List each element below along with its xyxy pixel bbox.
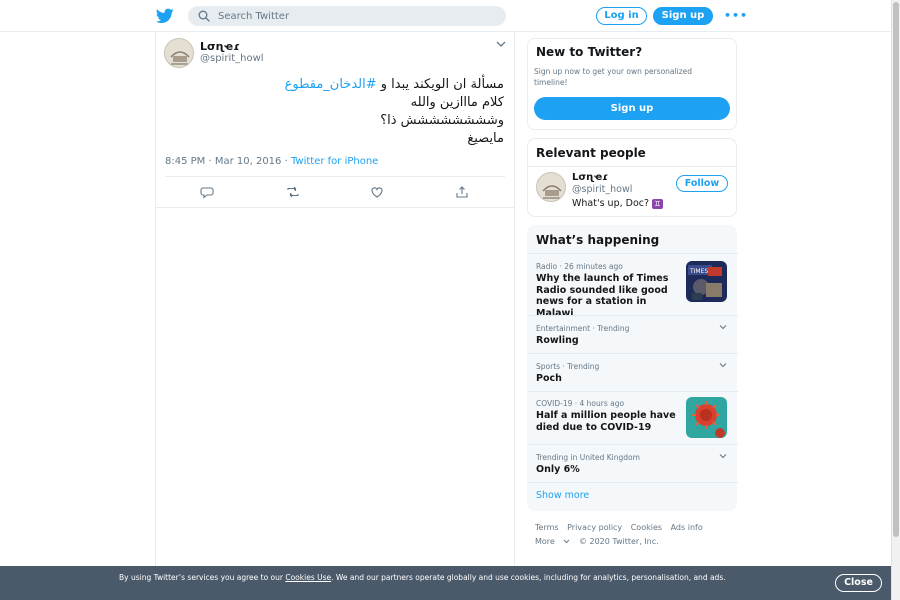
chevron-down-icon [564, 539, 570, 544]
trend-thumbnail: TIMES [686, 261, 727, 302]
chevron-down-icon[interactable] [719, 453, 727, 459]
author-name[interactable]: Lσɳҽɾ [200, 40, 240, 53]
author-handle[interactable]: @spirit_howl [200, 53, 264, 64]
hashtag-link[interactable]: #الدخان_مقطوع [285, 77, 377, 92]
new-to-twitter-card: New to Twitter? Sign up now to get your … [527, 38, 737, 130]
search-box[interactable] [188, 6, 506, 26]
footer-link-ads-info[interactable]: Ads info [671, 523, 703, 532]
trend-item[interactable]: Trending in United Kingdom Only 6% [528, 444, 738, 482]
tweet-text-prefix: مسألة ان الويكند يبدا و [380, 77, 504, 92]
tweet-line-1: مسألة ان الويكند يبدا و #الدخان_مقطوع [174, 76, 504, 94]
footer-copyright: © 2020 Twitter, Inc. [578, 537, 659, 546]
cookie-banner-text: By using Twitter’s services you agree to… [119, 572, 729, 583]
footer-link-terms[interactable]: Terms [535, 523, 559, 532]
avatar-image [537, 173, 565, 201]
gemini-emoji-icon: ♊ [652, 198, 664, 209]
footer-more-menu[interactable]: More [535, 537, 570, 546]
trend-item[interactable]: Sports · Trending Poch [528, 353, 738, 391]
bio-text: What's up, Doc? [572, 198, 650, 209]
footer-more-label: More [535, 537, 555, 546]
trend-item[interactable]: Entertainment · Trending Rowling [528, 315, 738, 353]
tweet: Lσɳҽɾ @spirit_howl مسألة ان الويكند يبدا… [156, 32, 514, 208]
retweet-icon[interactable] [286, 185, 300, 199]
trend-context: COVID-19 · 4 hours ago [536, 399, 625, 408]
trend-title: Rowling [536, 335, 579, 346]
trend-title: Why the launch of Times Radio sounded li… [536, 273, 669, 319]
close-button[interactable]: Close [835, 574, 882, 592]
trend-thumbnail [686, 397, 727, 438]
divider [528, 482, 738, 483]
card-title: What’s happening [536, 233, 660, 247]
cookie-text-before: By using Twitter’s services you agree to… [119, 573, 286, 582]
signup-card-button[interactable]: Sign up [534, 97, 730, 120]
trend-title: Poch [536, 373, 562, 384]
trend-context: Radio · 26 minutes ago [536, 262, 623, 271]
cookie-banner: By using Twitter’s services you agree to… [0, 566, 891, 600]
divider [165, 176, 505, 177]
share-icon[interactable] [455, 185, 469, 199]
page-scrollbar[interactable] [891, 0, 900, 600]
relevant-people-card: Relevant people Lσɳҽɾ @spirit_howl What'… [527, 138, 737, 217]
tweet-timestamp[interactable]: 8:45 PM · Mar 10, 2016 [165, 156, 281, 167]
whats-happening-card: What’s happening Radio · 26 minutes ago … [527, 225, 738, 511]
follow-button[interactable]: Follow [676, 175, 728, 192]
card-title: Relevant people [536, 146, 646, 160]
meta-separator: · [281, 156, 291, 167]
divider [528, 166, 736, 167]
tweet-line-2: كلام مااازين والله [410, 95, 504, 110]
svg-text:TIMES: TIMES [689, 268, 708, 275]
person-name[interactable]: Lσɳҽɾ [572, 172, 608, 183]
footer-link-privacy[interactable]: Privacy policy [567, 523, 622, 532]
more-options-icon[interactable]: ••• [724, 9, 748, 22]
scrollbar-thumb[interactable] [893, 2, 899, 537]
chevron-down-icon[interactable] [719, 324, 727, 330]
trend-context: Trending in United Kingdom [536, 453, 640, 462]
footer-link-cookies[interactable]: Cookies [631, 523, 662, 532]
footer-links: Terms Privacy policy Cookies Ads info Mo… [535, 521, 709, 549]
trend-context: Entertainment · Trending [536, 324, 630, 333]
reply-icon[interactable] [200, 185, 214, 199]
chevron-down-icon[interactable] [496, 40, 506, 48]
person-bio: What's up, Doc? ♊ [572, 198, 664, 209]
show-more-link[interactable]: Show more [536, 490, 589, 501]
search-input[interactable] [218, 6, 498, 26]
person-avatar[interactable] [536, 172, 566, 202]
tweet-source[interactable]: Twitter for iPhone [291, 156, 378, 167]
person-handle[interactable]: @spirit_howl [572, 184, 632, 195]
search-icon [198, 10, 210, 22]
twitter-bird-icon[interactable] [156, 8, 174, 24]
tweet-meta: 8:45 PM · Mar 10, 2016 · Twitter for iPh… [165, 156, 378, 167]
author-avatar[interactable] [164, 38, 194, 68]
main-column: Lσɳҽɾ @spirit_howl مسألة ان الويكند يبدا… [155, 32, 515, 600]
tweet-line-4: مايصيغ [467, 131, 504, 146]
trend-item[interactable]: COVID-19 · 4 hours ago Half a million pe… [528, 391, 738, 444]
trend-title: Only 6% [536, 464, 580, 475]
cookies-use-link[interactable]: Cookies Use [285, 573, 331, 582]
like-icon[interactable] [370, 185, 384, 199]
tweet-line-3: وشششششششش ذا؟ [380, 113, 504, 128]
login-button[interactable]: Log in [596, 7, 647, 25]
trend-item[interactable]: Radio · 26 minutes ago Why the launch of… [528, 253, 738, 319]
card-subtitle: Sign up now to get your own personalized… [534, 67, 693, 87]
trend-title: Half a million people have died due to C… [536, 410, 676, 433]
tweet-text: مسألة ان الويكند يبدا و #الدخان_مقطوع كل… [174, 76, 504, 148]
top-navigation-bar: Log in Sign up ••• [0, 0, 891, 32]
avatar-image [165, 39, 193, 67]
card-title: New to Twitter? [536, 45, 643, 59]
signup-button[interactable]: Sign up [653, 7, 713, 25]
cookie-text-after: . We and our partners operate globally a… [331, 573, 726, 582]
trend-context: Sports · Trending [536, 362, 600, 371]
chevron-down-icon[interactable] [719, 362, 727, 368]
